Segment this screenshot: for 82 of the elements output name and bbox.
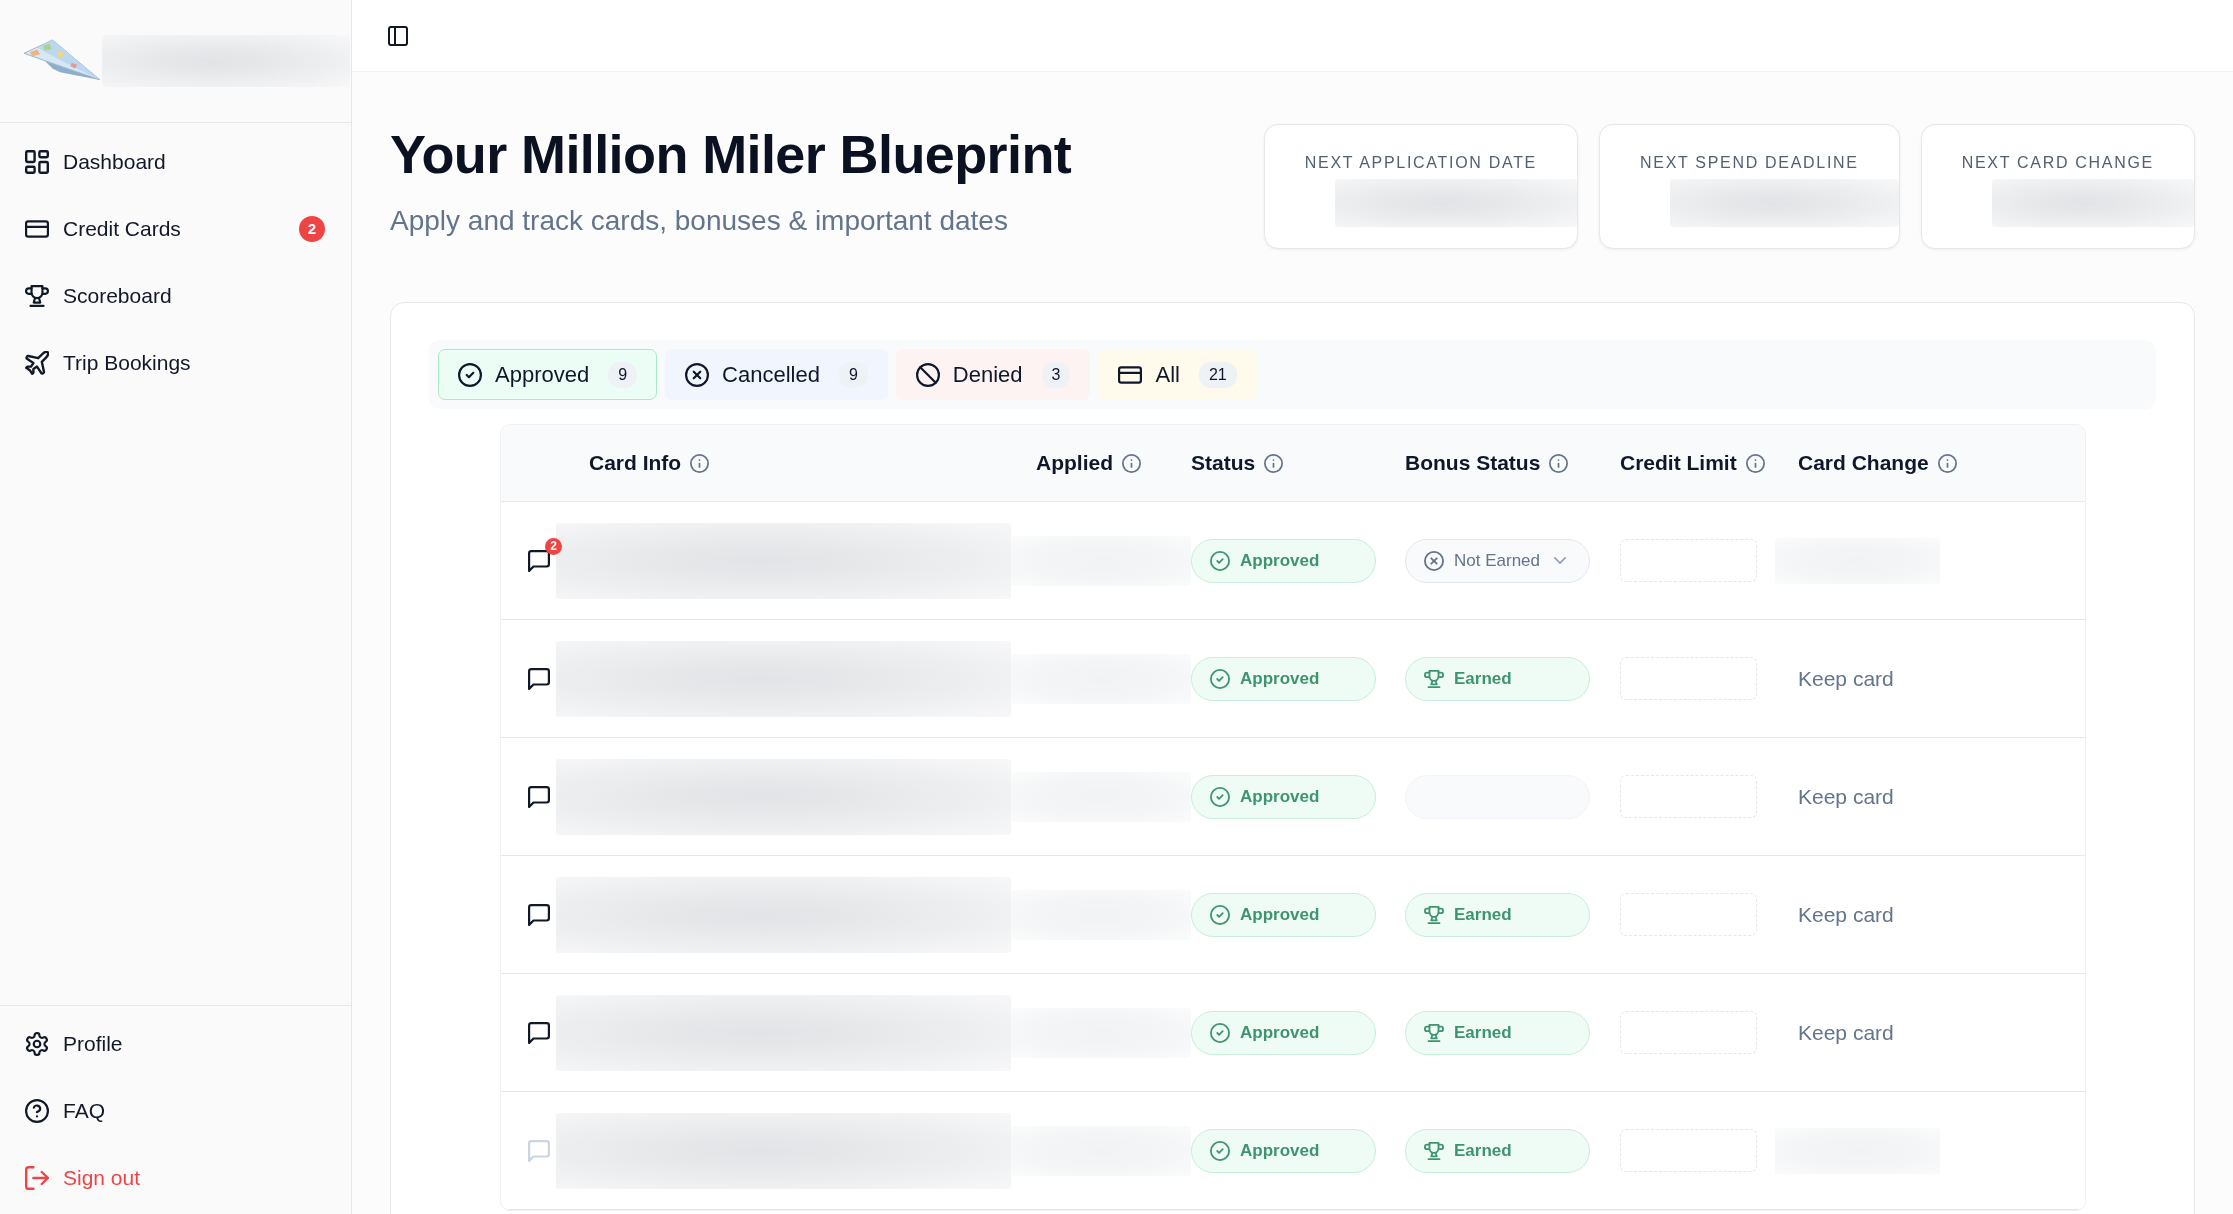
chat-bubble-icon[interactable] [528, 785, 550, 808]
nav-link[interactable]: Sign out [25, 1161, 141, 1194]
bonus-status-text: Earned [1454, 1022, 1512, 1043]
info-icon[interactable] [1264, 453, 1284, 473]
ban-icon [915, 362, 940, 387]
status-text: Approved [1240, 1022, 1320, 1043]
count-badge: 21 [1198, 361, 1237, 388]
dashboard-icon [25, 149, 49, 174]
card-change-text: Keep card [1798, 1020, 1894, 1045]
check-circle-icon [1210, 668, 1230, 689]
trophy-icon [1424, 904, 1444, 925]
status-text: Approved [1240, 904, 1320, 925]
nav-link[interactable]: Credit Cards [25, 212, 181, 245]
stat-label: NEXT APPLICATION DATE [1304, 153, 1537, 173]
bonus-status-dropdown[interactable]: Not Earned [1405, 538, 1590, 583]
credit-limit-field[interactable] [1620, 775, 1757, 818]
nav-link[interactable]: FAQ [25, 1094, 105, 1127]
trophy-icon [25, 283, 49, 308]
check-circle-icon [1210, 904, 1230, 925]
filter-tab[interactable]: Cancelled 9 [665, 349, 888, 400]
chat-bubble-icon[interactable] [528, 667, 550, 690]
credit-limit-field[interactable] [1620, 893, 1757, 936]
card-change-text: Keep card [1798, 902, 1894, 927]
check-circle-icon [1210, 786, 1230, 807]
credit-limit-field[interactable] [1620, 1129, 1757, 1172]
bonus-status-text: Earned [1454, 1140, 1512, 1161]
chat-bubble-icon[interactable] [528, 903, 550, 926]
nav-link[interactable]: Profile [25, 1027, 123, 1060]
x-circle-icon [685, 362, 710, 387]
card-change-text: Keep card [1798, 784, 1894, 809]
info-icon[interactable] [1937, 453, 1957, 473]
panel-icon [388, 25, 408, 46]
filter-tab[interactable]: Denied 3 [895, 349, 1091, 400]
info-icon[interactable] [1549, 453, 1569, 473]
bonus-status-text: Earned [1454, 904, 1512, 925]
count-badge: 9 [608, 361, 638, 388]
column-header: Card Info [589, 451, 682, 475]
info-icon[interactable] [1745, 453, 1765, 473]
status-text: Approved [1240, 668, 1320, 689]
page-title: Your Million Miler Blueprint [390, 124, 1072, 184]
column-header: Bonus Status [1405, 451, 1541, 475]
count-badge: 3 [1041, 361, 1071, 388]
column-header: Applied [1036, 451, 1113, 475]
chat-bubble-icon[interactable] [528, 549, 550, 572]
nav-link[interactable]: Dashboard [25, 145, 166, 178]
page-subtitle: Apply and track cards, bonuses & important dates [390, 204, 1009, 238]
chevron-down-icon [1554, 557, 1566, 564]
status-text: Approved [1240, 550, 1320, 571]
sidebar-toggle-button[interactable] [388, 25, 408, 46]
stat-label: NEXT SPEND DEADLINE [1640, 153, 1859, 173]
check-circle-icon [1210, 1022, 1230, 1043]
nav-link[interactable]: Trip Bookings [25, 346, 191, 379]
airplane-icon [25, 350, 49, 375]
count-badge: 9 [838, 361, 868, 388]
check-circle-icon [1210, 1140, 1230, 1161]
column-header: Status [1191, 451, 1256, 475]
filter-tab[interactable]: Approved 9 [438, 349, 658, 400]
stat-label: NEXT CARD CHANGE [1961, 153, 2154, 173]
settings-icon [25, 1031, 49, 1056]
filter-tab[interactable]: All 21 [1098, 349, 1257, 400]
credit-limit-field[interactable] [1620, 539, 1757, 582]
info-icon[interactable] [690, 453, 710, 473]
sign-out-icon [25, 1165, 49, 1190]
column-header: Credit Limit [1620, 451, 1737, 475]
count-badge: 2 [299, 215, 325, 242]
chat-bubble-icon[interactable] [528, 1021, 550, 1044]
trophy-icon [1424, 1022, 1444, 1043]
status-text: Approved [1240, 786, 1320, 807]
column-header: Card Change [1798, 451, 1929, 475]
bonus-status-text: Earned [1454, 668, 1512, 689]
credit-limit-field[interactable] [1620, 1011, 1757, 1054]
x-circle-icon [1424, 550, 1444, 571]
credit-limit-field[interactable] [1620, 657, 1757, 700]
status-text: Approved [1240, 1140, 1320, 1161]
trophy-icon [1424, 668, 1444, 689]
check-circle-icon [458, 362, 482, 387]
nav-link[interactable]: Scoreboard [25, 279, 172, 312]
trophy-icon [1424, 1140, 1444, 1161]
card-change-text: Keep card [1798, 666, 1894, 691]
info-icon[interactable] [1122, 453, 1141, 473]
help-icon [25, 1098, 49, 1123]
check-circle-icon [1210, 550, 1230, 571]
